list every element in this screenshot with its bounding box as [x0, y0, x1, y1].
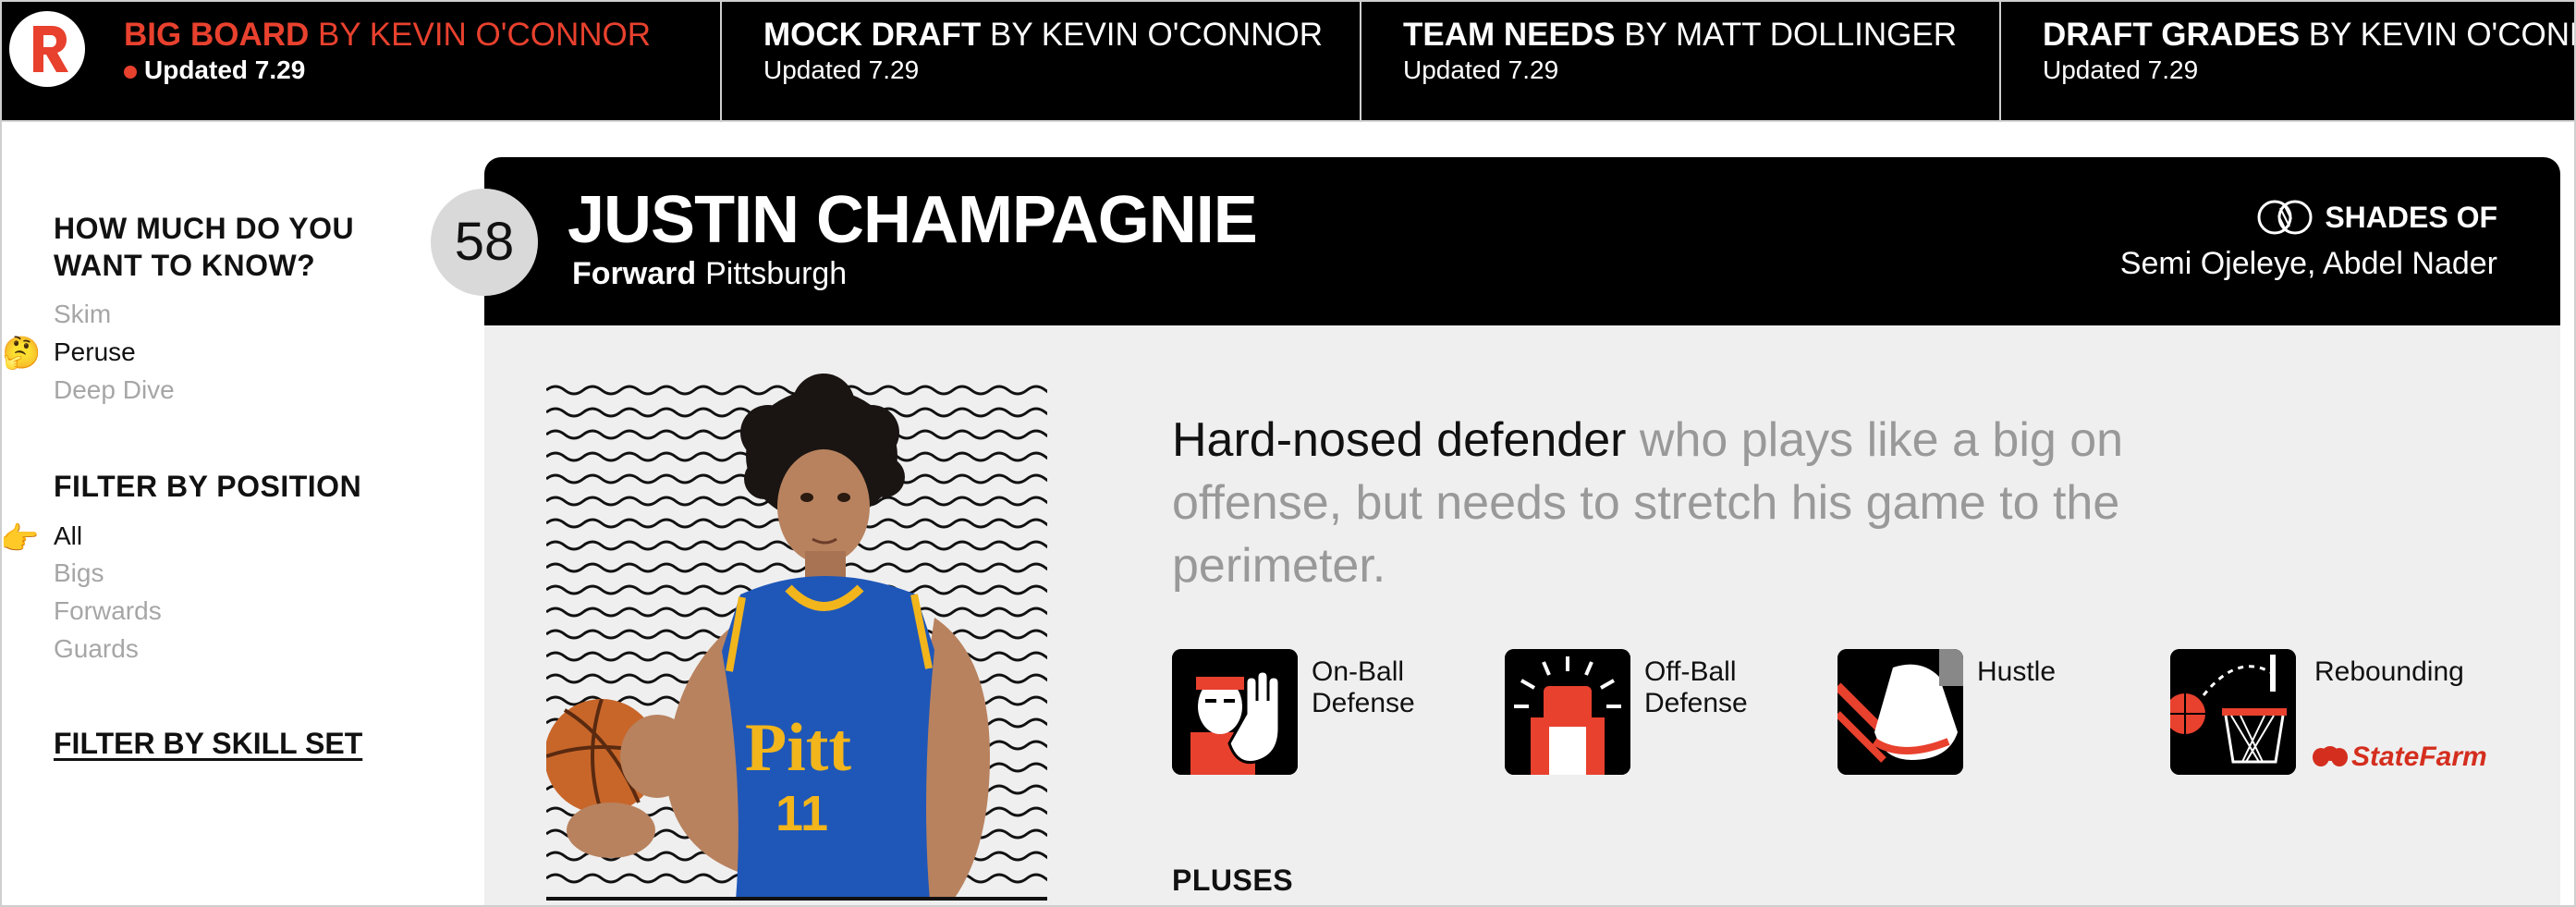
- shades-of-label: SHADES OF: [2254, 199, 2497, 236]
- active-dot: [124, 65, 137, 79]
- tab-updated: Updated 7.29: [763, 55, 920, 84]
- player-name: JUSTIN CHAMPAGNIE: [568, 183, 1258, 257]
- depth-option-skim[interactable]: Skim: [54, 298, 111, 331]
- summary-lead: Hard-nosed defender: [1172, 413, 1627, 467]
- tab-title: BIG BOARD: [124, 17, 310, 53]
- tab-author: BY KEVIN O'CONNOR: [2308, 17, 2576, 53]
- tab-title: MOCK DRAFT: [763, 17, 982, 53]
- tab-draft-grades[interactable]: DRAFT GRADES BY KEVIN O'CONNOR Updated 7…: [2043, 2, 2576, 122]
- tab-updated: Updated 7.29: [2043, 55, 2199, 84]
- tab-author: BY KEVIN O'CONNOR: [318, 17, 652, 53]
- player-summary: Hard-nosed defender who plays like a big…: [1172, 409, 2244, 597]
- skill-label: Defense: [1644, 688, 1748, 718]
- tab-author: BY KEVIN O'CONNOR: [989, 17, 1323, 53]
- position-option-guards[interactable]: Guards: [54, 632, 139, 666]
- thinking-emoji-icon: 🤔: [2, 336, 42, 371]
- position-heading: FILTER BY POSITION: [54, 470, 362, 503]
- skill-label: Hustle: [1977, 656, 2057, 687]
- rebounding-icon: [2170, 649, 2296, 775]
- player-position: Forward: [572, 256, 697, 291]
- on-ball-defense-icon: [1172, 649, 1298, 775]
- player-photo: Pitt 11: [546, 368, 1047, 901]
- divider: [1360, 2, 1361, 122]
- tab-author: BY MATT DOLLINGER: [1624, 17, 1958, 53]
- wave-line: [546, 562, 1047, 573]
- top-navigation-bar: BIG BOARD BY KEVIN O'CONNOR Updated 7.29…: [0, 0, 2576, 122]
- filter-by-skill-link[interactable]: FILTER BY SKILL SET: [54, 725, 362, 762]
- shades-icon: [2257, 200, 2313, 235]
- tab-title: TEAM NEEDS: [1403, 17, 1616, 53]
- state-farm-logo-icon: [2313, 746, 2348, 766]
- divider: [1999, 2, 2001, 122]
- skill-label: Off-Ball: [1644, 656, 1737, 687]
- divider: [720, 2, 722, 122]
- state-farm-sponsor[interactable]: StateFarm: [2313, 742, 2487, 773]
- pluses-heading: PLUSES: [1172, 864, 1294, 897]
- tab-team-needs[interactable]: TEAM NEEDS BY MATT DOLLINGER Updated 7.2…: [1403, 2, 1995, 122]
- skill-label: On-Ball: [1312, 656, 1405, 687]
- depth-heading: HOW MUCH DO YOU WANT TO KNOW?: [54, 212, 355, 282]
- position-option-bigs[interactable]: Bigs: [54, 557, 104, 590]
- position-option-all[interactable]: All: [54, 520, 82, 553]
- ringer-logo[interactable]: [9, 11, 85, 87]
- tab-updated: Updated 7.29: [144, 55, 306, 84]
- skill-label: Defense: [1312, 688, 1415, 718]
- depth-option-deep-dive[interactable]: Deep Dive: [54, 374, 175, 407]
- tab-updated: Updated 7.29: [1403, 55, 1559, 84]
- position-option-forwards[interactable]: Forwards: [54, 594, 162, 628]
- tab-big-board[interactable]: BIG BOARD BY KEVIN O'CONNOR Updated 7.29: [124, 2, 715, 122]
- jersey-number: 11: [775, 786, 828, 841]
- skill-label: Rebounding: [2314, 656, 2464, 687]
- pointing-hand-icon: 👉: [0, 521, 40, 557]
- shades-of-players: Semi Ojeleye, Abdel Nader: [2119, 246, 2497, 281]
- player-meta: Forward Pittsburgh: [572, 255, 847, 292]
- jersey-text: Pitt: [745, 710, 851, 786]
- ringer-logo-icon: [10, 12, 84, 86]
- rank-badge: 58: [431, 189, 538, 296]
- off-ball-defense-icon: [1505, 649, 1630, 775]
- depth-option-peruse[interactable]: Peruse: [54, 336, 136, 369]
- hustle-icon: [1837, 649, 1963, 775]
- tab-title: DRAFT GRADES: [2043, 17, 2301, 53]
- tab-mock-draft[interactable]: MOCK DRAFT BY KEVIN O'CONNOR Updated 7.2…: [763, 2, 1355, 122]
- player-school: Pittsburgh: [705, 256, 848, 291]
